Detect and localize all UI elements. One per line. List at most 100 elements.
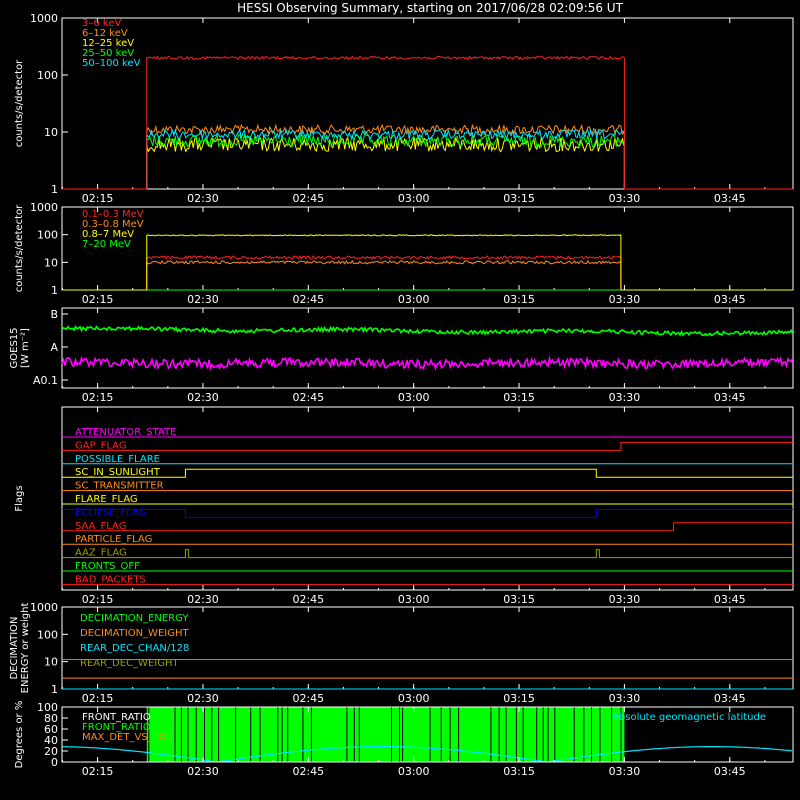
x-tick-label-5: 03:30 [609,293,641,306]
y-tick-label-1: 10 [44,126,58,139]
y-axis-label: DECIMATION [9,616,20,679]
flag-line-9 [62,549,793,559]
flag-line-6 [62,508,793,518]
y-axis-label: GOES15 [9,327,20,368]
flag-label-10: FRONTS_OFF [75,561,140,572]
flag-label-0: ATTENUATOR_STATE [75,427,176,438]
y-tick-label-1: 10 [44,656,58,669]
x-tick-label-5: 03:30 [609,593,641,606]
x-tick-label-1: 02:30 [187,692,219,705]
x-tick-label-4: 03:15 [503,192,535,205]
x-tick-label-6: 03:45 [714,391,746,404]
flag-line-3 [62,468,793,478]
plot-frame [61,17,794,190]
x-tick-label-5: 03:30 [609,692,641,705]
panel-ratio: 02:15 02:30 02:45 03:00 03:15 03:30 03:4502040… [14,701,794,778]
y-tick-label-3: 1000 [30,12,58,25]
x-tick-label-3: 03:00 [398,192,430,205]
x-tick-label-5: 03:30 [609,391,641,404]
y-tick-label-0: A0.1 [33,374,58,387]
flag-label-9: AAZ_FLAG [75,548,127,559]
panel-high-energy: 02:15 02:30 02:45 03:00 03:15 03:30 03:45 1 10 10… [14,201,794,306]
x-tick-label-4: 03:15 [503,391,535,404]
x-tick-label-3: 03:00 [398,765,430,778]
flag-label-4: SC_TRANSMITTER [75,481,164,492]
y-tick-label-3: 1000 [30,601,58,614]
legend-geomag: Absolute geomagnetic latitude [612,712,766,723]
legend-entry-0: DECIMATION_ENERGY [80,613,189,624]
x-tick-label-3: 03:00 [398,293,430,306]
y-axis-label: counts/s/detector [14,59,25,147]
y-tick-label-2: 100 [37,69,58,82]
x-tick-label-4: 03:15 [503,765,535,778]
plot-frame [61,206,794,291]
x-tick-label-6: 03:45 [714,765,746,778]
y-tick-label-3: 1000 [30,201,58,214]
plot-frame [61,307,794,389]
x-tick-label-2: 02:45 [292,192,324,205]
x-tick-label-4: 03:15 [503,692,535,705]
y-axis-label: ENERGY or weight [20,603,31,694]
flag-label-8: PARTICLE_FLAG [75,534,152,545]
panel-goes: 02:15 02:30 02:45 03:00 03:15 03:30 03:45 GOES1… [9,307,794,404]
flag-label-2: POSSIBLE_FLARE [75,454,160,465]
x-tick-label-5: 03:30 [609,765,641,778]
series-line-1 [61,355,794,372]
x-tick-label-0: 02:15 [82,765,114,778]
x-tick-label-2: 02:45 [292,593,324,606]
x-tick-label-2: 02:45 [292,293,324,306]
legend-entry-2: MAX_DET_VS_TOT [82,732,174,743]
panel-flags: 02:15 02:30 02:45 03:00 03:15 03:30 03:45 Flags… [14,406,794,606]
y-tick-label-0: 1 [51,183,58,196]
x-tick-label-1: 02:30 [187,765,219,778]
y-tick-label-2: B [50,308,58,321]
legend-entry-3: REAR_DEC_WEIGHT [80,658,179,669]
y-tick-label-0: 1 [51,284,58,297]
x-tick-label-1: 02:30 [187,293,219,306]
x-tick-label-0: 02:15 [82,593,114,606]
flag-label-11: BAD_PACKETS [75,574,146,585]
x-tick-label-1: 02:30 [187,593,219,606]
x-tick-label-2: 02:45 [292,391,324,404]
flag-label-3: SC_IN_SUNLIGHT [75,467,161,478]
x-tick-label-3: 03:00 [398,391,430,404]
x-tick-label-2: 02:45 [292,692,324,705]
panel-low-energy: 02:15 02:30 02:45 03:00 03:15 03:30 03:45 1 10 10… [14,12,794,205]
x-tick-label-6: 03:45 [714,593,746,606]
y-axis-label: Degrees or % [14,701,25,769]
flag-line-1 [62,441,793,451]
flag-label-1: GAP_FLAG [75,440,127,451]
y-axis-label: Flags [14,485,25,511]
legend-entry-1: DECIMATION_WEIGHT [80,628,189,639]
flag-label-7: SAA_FLAG [75,521,126,532]
panel-decimation: 02:15 02:30 02:45 03:00 03:15 03:30 03:45 1 10 10… [9,601,794,705]
x-tick-label-1: 02:30 [187,192,219,205]
flag-line-7 [62,522,793,532]
x-tick-label-3: 03:00 [398,692,430,705]
x-tick-label-3: 03:00 [398,593,430,606]
x-tick-label-0: 02:15 [82,192,114,205]
y-tick-label-2: 100 [37,628,58,641]
chart-title: HESSI Observing Summary, starting on 201… [237,1,623,15]
series-line-1 [62,259,793,291]
x-tick-label-2: 02:45 [292,765,324,778]
x-tick-label-0: 02:15 [82,293,114,306]
x-tick-label-6: 03:45 [714,192,746,205]
series-line-0 [61,325,794,337]
series-line-0 [62,55,793,190]
legend-entry-2: REAR_DEC_CHAN/128 [80,643,189,654]
x-tick-label-4: 03:15 [503,593,535,606]
x-tick-label-0: 02:15 [82,391,114,404]
y-axis-label: [W m⁻²] [20,328,31,368]
x-tick-label-0: 02:15 [82,692,114,705]
y-tick-label-1: A [50,341,58,354]
y-tick-label-0: 1 [51,683,58,696]
x-tick-label-6: 03:45 [714,692,746,705]
legend-entry-4: 50–100 keV [82,58,141,69]
series-line-2 [62,136,793,190]
x-tick-label-6: 03:45 [714,293,746,306]
legend-entry-3: 7–20 MeV [82,239,131,250]
x-tick-label-1: 02:30 [187,391,219,404]
y-tick-label-2: 100 [37,229,58,242]
x-tick-label-5: 03:30 [609,192,641,205]
